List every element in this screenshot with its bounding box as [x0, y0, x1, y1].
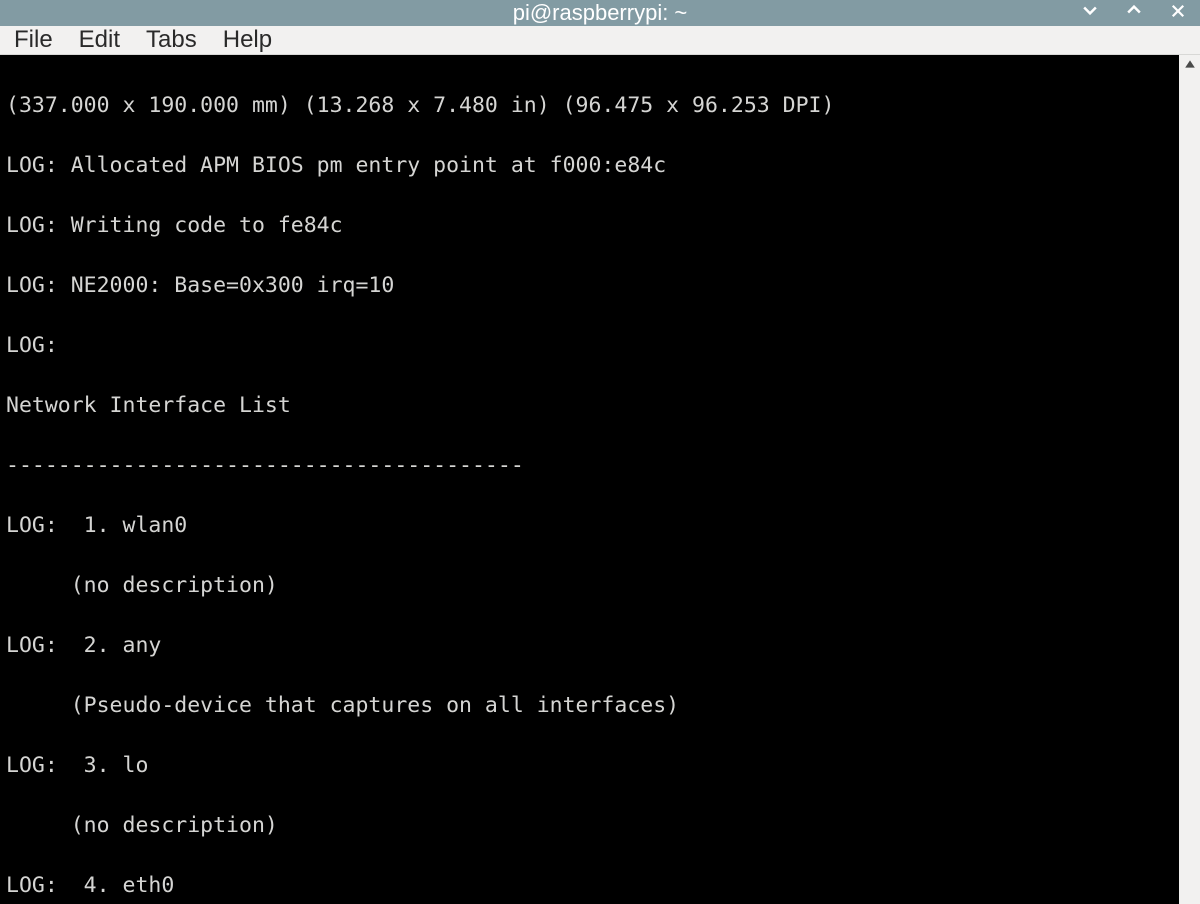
terminal-line: Network Interface List [6, 391, 1173, 421]
terminal-line: LOG: Allocated APM BIOS pm entry point a… [6, 151, 1173, 181]
chevron-up-icon [1124, 0, 1144, 26]
menu-tabs[interactable]: Tabs [146, 26, 197, 54]
vertical-scrollbar[interactable] [1179, 55, 1200, 904]
terminal-line: ---------------------------------------- [6, 451, 1173, 481]
titlebar: pi@raspberrypi: ~ [0, 0, 1200, 26]
close-button[interactable] [1166, 1, 1190, 25]
terminal-line: (no description) [6, 571, 1173, 601]
terminal-line: LOG: 4. eth0 [6, 871, 1173, 901]
terminal-line: LOG: [6, 331, 1173, 361]
chevron-down-icon [1080, 0, 1100, 26]
minimize-button[interactable] [1078, 1, 1102, 25]
scroll-up-button[interactable] [1179, 55, 1200, 75]
terminal-window: pi@raspberrypi: ~ File Edit Tabs Help [0, 0, 1200, 904]
terminal-area: (337.000 x 190.000 mm) (13.268 x 7.480 i… [0, 55, 1200, 904]
scrollbar-track[interactable] [1179, 75, 1200, 904]
menu-edit[interactable]: Edit [79, 26, 120, 54]
menu-help[interactable]: Help [223, 26, 272, 54]
maximize-button[interactable] [1122, 1, 1146, 25]
close-icon [1169, 0, 1187, 26]
terminal-line: LOG: 3. lo [6, 751, 1173, 781]
window-controls [1078, 0, 1190, 26]
terminal-line: LOG: Writing code to fe84c [6, 211, 1173, 241]
terminal-line: (337.000 x 190.000 mm) (13.268 x 7.480 i… [6, 91, 1173, 121]
terminal-line: LOG: NE2000: Base=0x300 irq=10 [6, 271, 1173, 301]
terminal-line: (Pseudo-device that captures on all inte… [6, 691, 1173, 721]
terminal-line: LOG: 2. any [6, 631, 1173, 661]
terminal-output[interactable]: (337.000 x 190.000 mm) (13.268 x 7.480 i… [0, 55, 1179, 904]
menubar: File Edit Tabs Help [0, 26, 1200, 55]
terminal-line: LOG: 1. wlan0 [6, 511, 1173, 541]
triangle-up-icon [1184, 58, 1196, 73]
window-title: pi@raspberrypi: ~ [513, 0, 688, 26]
terminal-line: (no description) [6, 811, 1173, 841]
menu-file[interactable]: File [14, 26, 53, 54]
